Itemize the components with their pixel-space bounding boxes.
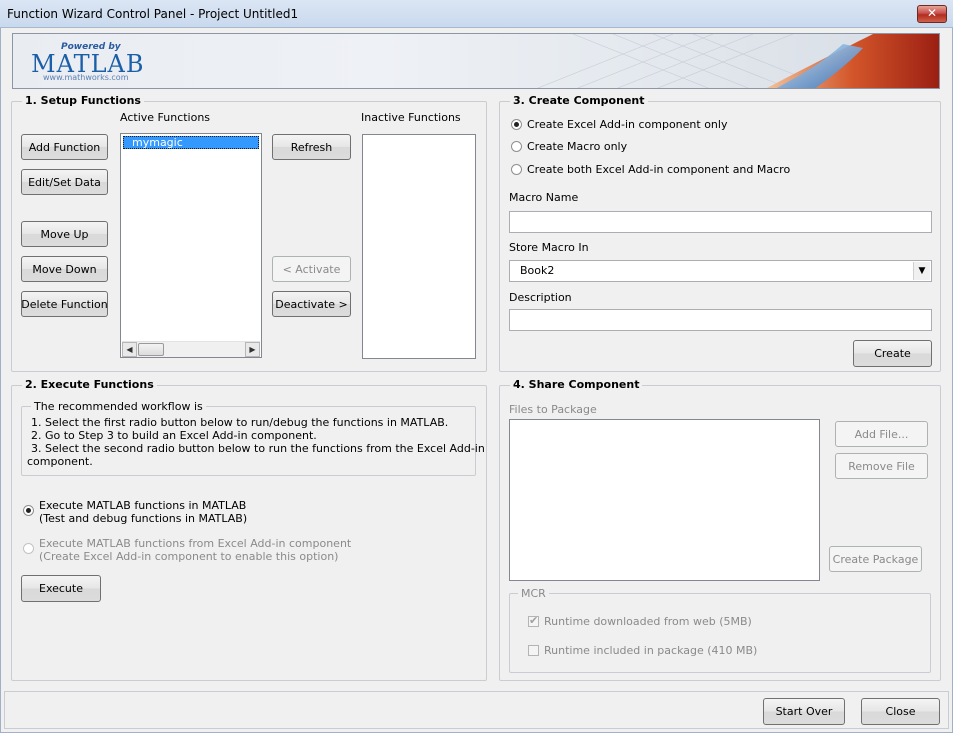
files-to-package-label: Files to Package: [509, 403, 597, 416]
workflow-title: The recommended workflow is: [31, 400, 206, 413]
banner-graphic-icon: [537, 34, 939, 88]
execute-functions-title: 2. Execute Functions: [22, 378, 157, 391]
move-up-button[interactable]: Move Up: [21, 221, 108, 247]
active-functions-label: Active Functions: [120, 111, 211, 124]
horizontal-scrollbar[interactable]: ◀ ▶: [122, 341, 260, 357]
activate-button[interactable]: < Activate: [272, 256, 351, 282]
setup-functions-title: 1. Setup Functions: [22, 94, 144, 107]
create-button[interactable]: Create: [853, 340, 932, 367]
chevron-down-icon[interactable]: ▼: [913, 262, 930, 280]
radio-addin-only[interactable]: [511, 119, 522, 130]
close-button[interactable]: Close: [861, 698, 940, 725]
mcr-web-checkbox[interactable]: ✔: [528, 614, 539, 627]
edit-set-data-button[interactable]: Edit/Set Data: [21, 169, 108, 195]
workflow-line-2: 2. Go to Step 3 to build an Excel Add-in…: [31, 429, 317, 442]
scroll-thumb[interactable]: [138, 343, 164, 356]
mcr-included-label[interactable]: Runtime included in package (410 MB): [544, 644, 757, 657]
execute-in-matlab-sublabel: (Test and debug functions in MATLAB): [39, 512, 248, 525]
start-over-button[interactable]: Start Over: [763, 698, 845, 725]
workflow-line-3: 3. Select the second radio button below …: [31, 442, 485, 455]
macro-name-label: Macro Name: [509, 191, 579, 204]
radio-macro-only-label[interactable]: Create Macro only: [527, 140, 627, 153]
execute-button[interactable]: Execute: [21, 575, 101, 602]
matlab-banner: Powered by MATLAB www.mathworks.com: [12, 33, 940, 89]
mcr-title: MCR: [518, 587, 549, 600]
delete-function-button[interactable]: Delete Function: [21, 291, 108, 317]
mcr-group: [509, 593, 931, 673]
scroll-left-icon[interactable]: ◀: [122, 342, 137, 357]
execute-from-addin-label[interactable]: Execute MATLAB functions from Excel Add-…: [39, 537, 351, 550]
scroll-right-icon[interactable]: ▶: [245, 342, 260, 357]
store-macro-label: Store Macro In: [509, 241, 589, 254]
description-label: Description: [509, 291, 572, 304]
radio-execute-in-matlab[interactable]: [23, 505, 34, 516]
radio-both[interactable]: [511, 164, 522, 175]
deactivate-button[interactable]: Deactivate >: [272, 291, 351, 317]
radio-both-label[interactable]: Create both Excel Add-in component and M…: [527, 163, 790, 176]
files-to-package-list[interactable]: [509, 419, 820, 581]
mcr-included-checkbox[interactable]: [528, 645, 539, 656]
close-icon: ✕: [926, 6, 938, 20]
store-macro-value: Book2: [520, 264, 555, 277]
list-item-mymagic[interactable]: mymagic: [123, 136, 259, 149]
create-component-title: 3. Create Component: [510, 94, 648, 107]
window-title: Function Wizard Control Panel - Project …: [7, 7, 299, 21]
radio-addin-only-label[interactable]: Create Excel Add-in component only: [527, 118, 727, 131]
workflow-line-1: 1. Select the first radio button below t…: [31, 416, 449, 429]
radio-execute-from-addin[interactable]: [23, 543, 34, 554]
checkmark-icon: ✔: [529, 614, 539, 627]
window-close-button[interactable]: ✕: [917, 5, 947, 23]
radio-macro-only[interactable]: [511, 141, 522, 152]
move-down-button[interactable]: Move Down: [21, 256, 108, 282]
inactive-functions-list[interactable]: [362, 134, 476, 359]
description-input[interactable]: [509, 309, 932, 331]
workflow-line-4: component.: [27, 455, 93, 468]
refresh-button[interactable]: Refresh: [272, 134, 351, 160]
execute-from-addin-sublabel: (Create Excel Add-in component to enable…: [39, 550, 339, 563]
title-bar: Function Wizard Control Panel - Project …: [0, 0, 953, 28]
store-macro-select[interactable]: Book2 ▼: [509, 260, 932, 282]
execute-in-matlab-label[interactable]: Execute MATLAB functions in MATLAB: [39, 499, 246, 512]
share-component-title: 4. Share Component: [510, 378, 643, 391]
mathworks-url: www.mathworks.com: [43, 73, 129, 82]
add-file-button[interactable]: Add File...: [835, 421, 928, 447]
macro-name-input[interactable]: [509, 211, 932, 233]
active-functions-list[interactable]: mymagic ◀ ▶: [120, 133, 262, 358]
mcr-web-label[interactable]: Runtime downloaded from web (5MB): [544, 615, 752, 628]
inactive-functions-label: Inactive Functions: [361, 111, 461, 124]
remove-file-button[interactable]: Remove File: [835, 453, 928, 479]
create-package-button[interactable]: Create Package: [829, 546, 922, 572]
add-function-button[interactable]: Add Function: [21, 134, 108, 160]
